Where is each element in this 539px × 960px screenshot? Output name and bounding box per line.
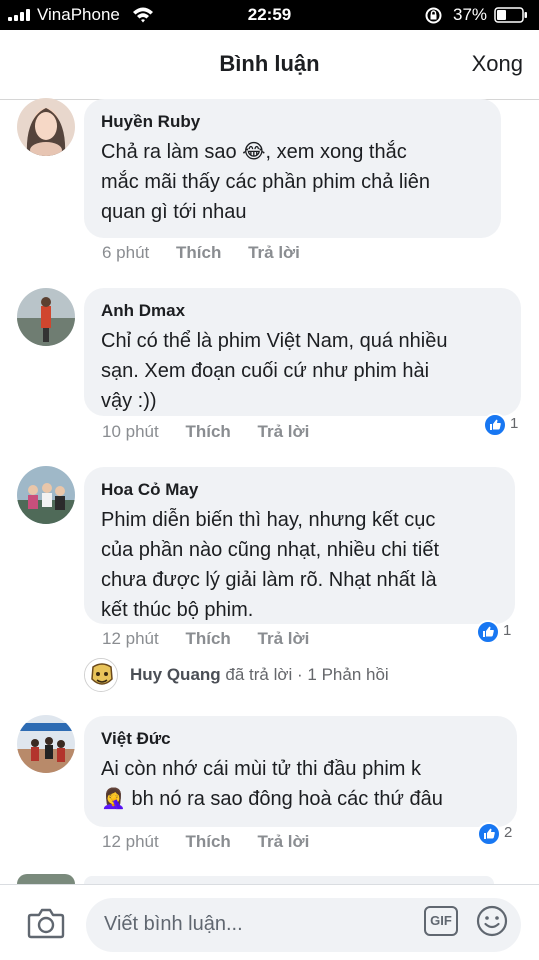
comment-text: Phim diễn biến thì hay, nhưng kết cục củ… <box>101 509 440 621</box>
comment-author[interactable]: Việt Đức <box>101 728 501 750</box>
reply-button[interactable]: Trả lời <box>258 422 310 441</box>
screen: VinaPhone 22:59 37% Bình luận Xong Huyền… <box>0 0 539 960</box>
comment-time: 10 phút <box>102 422 159 441</box>
page-title: Bình luận <box>219 51 320 76</box>
comment-meta: 12 phút Thích Trả lời <box>102 832 331 852</box>
avatar[interactable] <box>17 98 75 156</box>
avatar <box>84 658 118 692</box>
comment-text-part: Chả ra làm sao <box>101 141 243 163</box>
avatar[interactable] <box>17 715 75 773</box>
avatar[interactable] <box>17 466 75 524</box>
reaction-count: 1 <box>510 415 519 432</box>
comment-bubble[interactable]: Anh Dmax Chỉ có thể là phim Việt Nam, qu… <box>84 288 521 416</box>
reaction-summary[interactable]: 1 <box>483 413 523 437</box>
like-reaction-icon <box>483 413 507 437</box>
comment-input-placeholder: Viết bình luận... <box>104 913 243 935</box>
comment-time: 12 phút <box>102 629 159 648</box>
battery-icon <box>494 7 527 23</box>
comment-bubble[interactable]: Hoa Cỏ May Phim diễn biến thì hay, nhưng… <box>84 467 515 624</box>
comment-text: Ai còn nhớ cái mùi tử thi đầu phim k 🤦‍♀️… <box>101 754 501 814</box>
comment-meta: 6 phút Thích Trả lời <box>102 243 322 263</box>
avatar <box>17 874 75 884</box>
comment-author[interactable]: Huyền Ruby <box>101 111 485 133</box>
reaction-summary[interactable]: 1 <box>476 620 516 644</box>
like-reaction-icon <box>477 822 501 846</box>
comment-bubble[interactable]: Huyền Ruby Chả ra làm sao 😂, xem xong th… <box>84 99 501 238</box>
comment-composer: Viết bình luận... <box>0 884 539 960</box>
reply-count-text: đã trả lời · 1 Phản hồi <box>220 665 389 684</box>
comment-time: 12 phút <box>102 832 159 851</box>
facepalm-emoji-icon: 🤦‍♀️ <box>101 788 126 810</box>
reply-button[interactable]: Trả lời <box>248 243 300 262</box>
reply-button[interactable]: Trả lời <box>258 629 310 648</box>
comment-meta: 10 phút Thích Trả lời <box>102 422 331 442</box>
comment-text: Chả ra làm sao 😂, xem xong thắc mắc mãi … <box>101 137 485 227</box>
laughing-emoji-icon: 😂 <box>242 141 266 163</box>
camera-icon[interactable] <box>27 906 65 940</box>
comment-text-part: Ai còn nhớ cái mùi tử thi đầu phim k <box>101 758 421 780</box>
status-bar: VinaPhone 22:59 37% <box>0 0 539 30</box>
gif-button[interactable]: GIF <box>424 906 458 936</box>
comment-author[interactable]: Hoa Cỏ May <box>101 479 499 501</box>
avatar[interactable] <box>17 288 75 346</box>
header: Bình luận Xong <box>0 30 539 100</box>
reaction-summary[interactable]: 2 <box>477 822 517 846</box>
comment-bubble <box>84 876 494 884</box>
battery-percent: 37% <box>453 5 488 24</box>
reaction-count: 2 <box>504 824 513 841</box>
like-button[interactable]: Thích <box>185 832 230 851</box>
rotation-lock-icon <box>425 7 442 24</box>
reaction-count: 1 <box>503 622 512 639</box>
reply-button[interactable]: Trả lời <box>258 832 310 851</box>
like-button[interactable]: Thích <box>185 629 230 648</box>
comment-time: 6 phút <box>102 243 150 262</box>
like-button[interactable]: Thích <box>185 422 230 441</box>
emoji-icon[interactable] <box>476 905 508 937</box>
comment-bubble[interactable]: Việt Đức Ai còn nhớ cái mùi tử thi đầu p… <box>84 716 517 827</box>
reply-author[interactable]: Huy Quang <box>130 665 221 684</box>
like-button[interactable]: Thích <box>176 243 221 262</box>
comment-text: Chỉ có thể là phim Việt Nam, quá nhiều s… <box>101 330 448 412</box>
comment-meta: 12 phút Thích Trả lời <box>102 629 331 649</box>
comment-author[interactable]: Anh Dmax <box>101 300 505 322</box>
done-button[interactable]: Xong <box>472 51 523 77</box>
reply-summary-text: Huy Quang đã trả lời · 1 Phản hồi <box>130 665 389 685</box>
comment-text-part: bh nó ra sao đông hoà các thứ đâu <box>125 788 443 810</box>
like-reaction-icon <box>476 620 500 644</box>
